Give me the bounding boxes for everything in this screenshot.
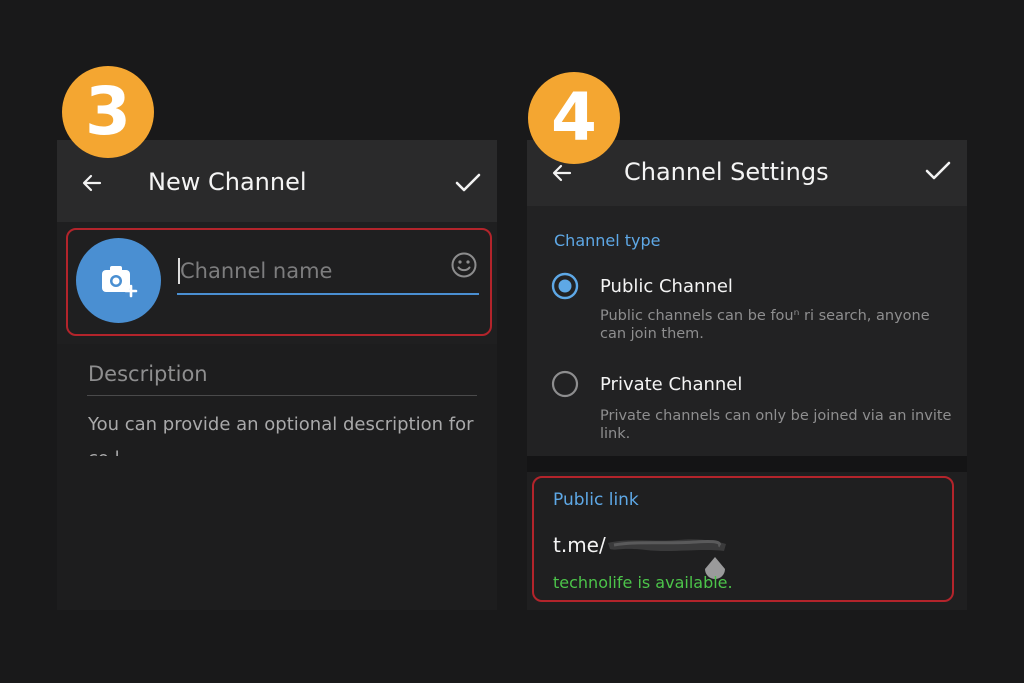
- option-description: Public channels can be fouⁿ ri search, a…: [600, 308, 930, 324]
- description-label[interactable]: Description: [88, 362, 208, 386]
- description-hint-overflow: co l: [88, 444, 478, 456]
- step-badge-3: 3: [62, 66, 154, 158]
- confirm-check-icon[interactable]: [924, 158, 952, 184]
- public-link-prefix: t.me/: [553, 533, 606, 557]
- option-public-channel[interactable]: Public Channel Public channels can be fo…: [540, 268, 960, 348]
- page-title: Channel Settings: [624, 158, 829, 186]
- page-title: New Channel: [148, 168, 307, 196]
- option-description: Private channels can only be joined via …: [600, 408, 952, 424]
- camera-add-icon: [102, 266, 138, 298]
- radio-unselected-icon[interactable]: [551, 370, 579, 398]
- step-badge-4: 4: [528, 72, 620, 164]
- section-title-public-link: Public link: [553, 490, 639, 510]
- description-hint: You can provide an optional description …: [88, 414, 474, 435]
- channel-name-input[interactable]: [180, 254, 440, 288]
- option-description-line2: can join them.: [600, 326, 704, 342]
- option-label: Public Channel: [600, 276, 733, 297]
- back-arrow-icon[interactable]: [80, 171, 104, 195]
- back-arrow-icon[interactable]: [550, 161, 574, 185]
- set-photo-button[interactable]: [76, 238, 161, 323]
- description-hint-cont: co l: [88, 448, 120, 456]
- section-divider: [527, 456, 967, 472]
- section-title-channel-type: Channel type: [554, 231, 661, 250]
- description-underline: [87, 395, 477, 396]
- name-input-underline: [177, 293, 479, 295]
- option-label: Private Channel: [600, 374, 743, 395]
- public-link-input[interactable]: [606, 530, 936, 560]
- option-description-line2: link.: [600, 426, 631, 442]
- availability-status: technolife is available.: [553, 573, 733, 592]
- radio-selected-icon[interactable]: [551, 272, 579, 300]
- option-private-channel[interactable]: Private Channel Private channels can onl…: [540, 366, 960, 446]
- confirm-check-icon[interactable]: [454, 170, 482, 196]
- emoji-icon[interactable]: [450, 251, 478, 279]
